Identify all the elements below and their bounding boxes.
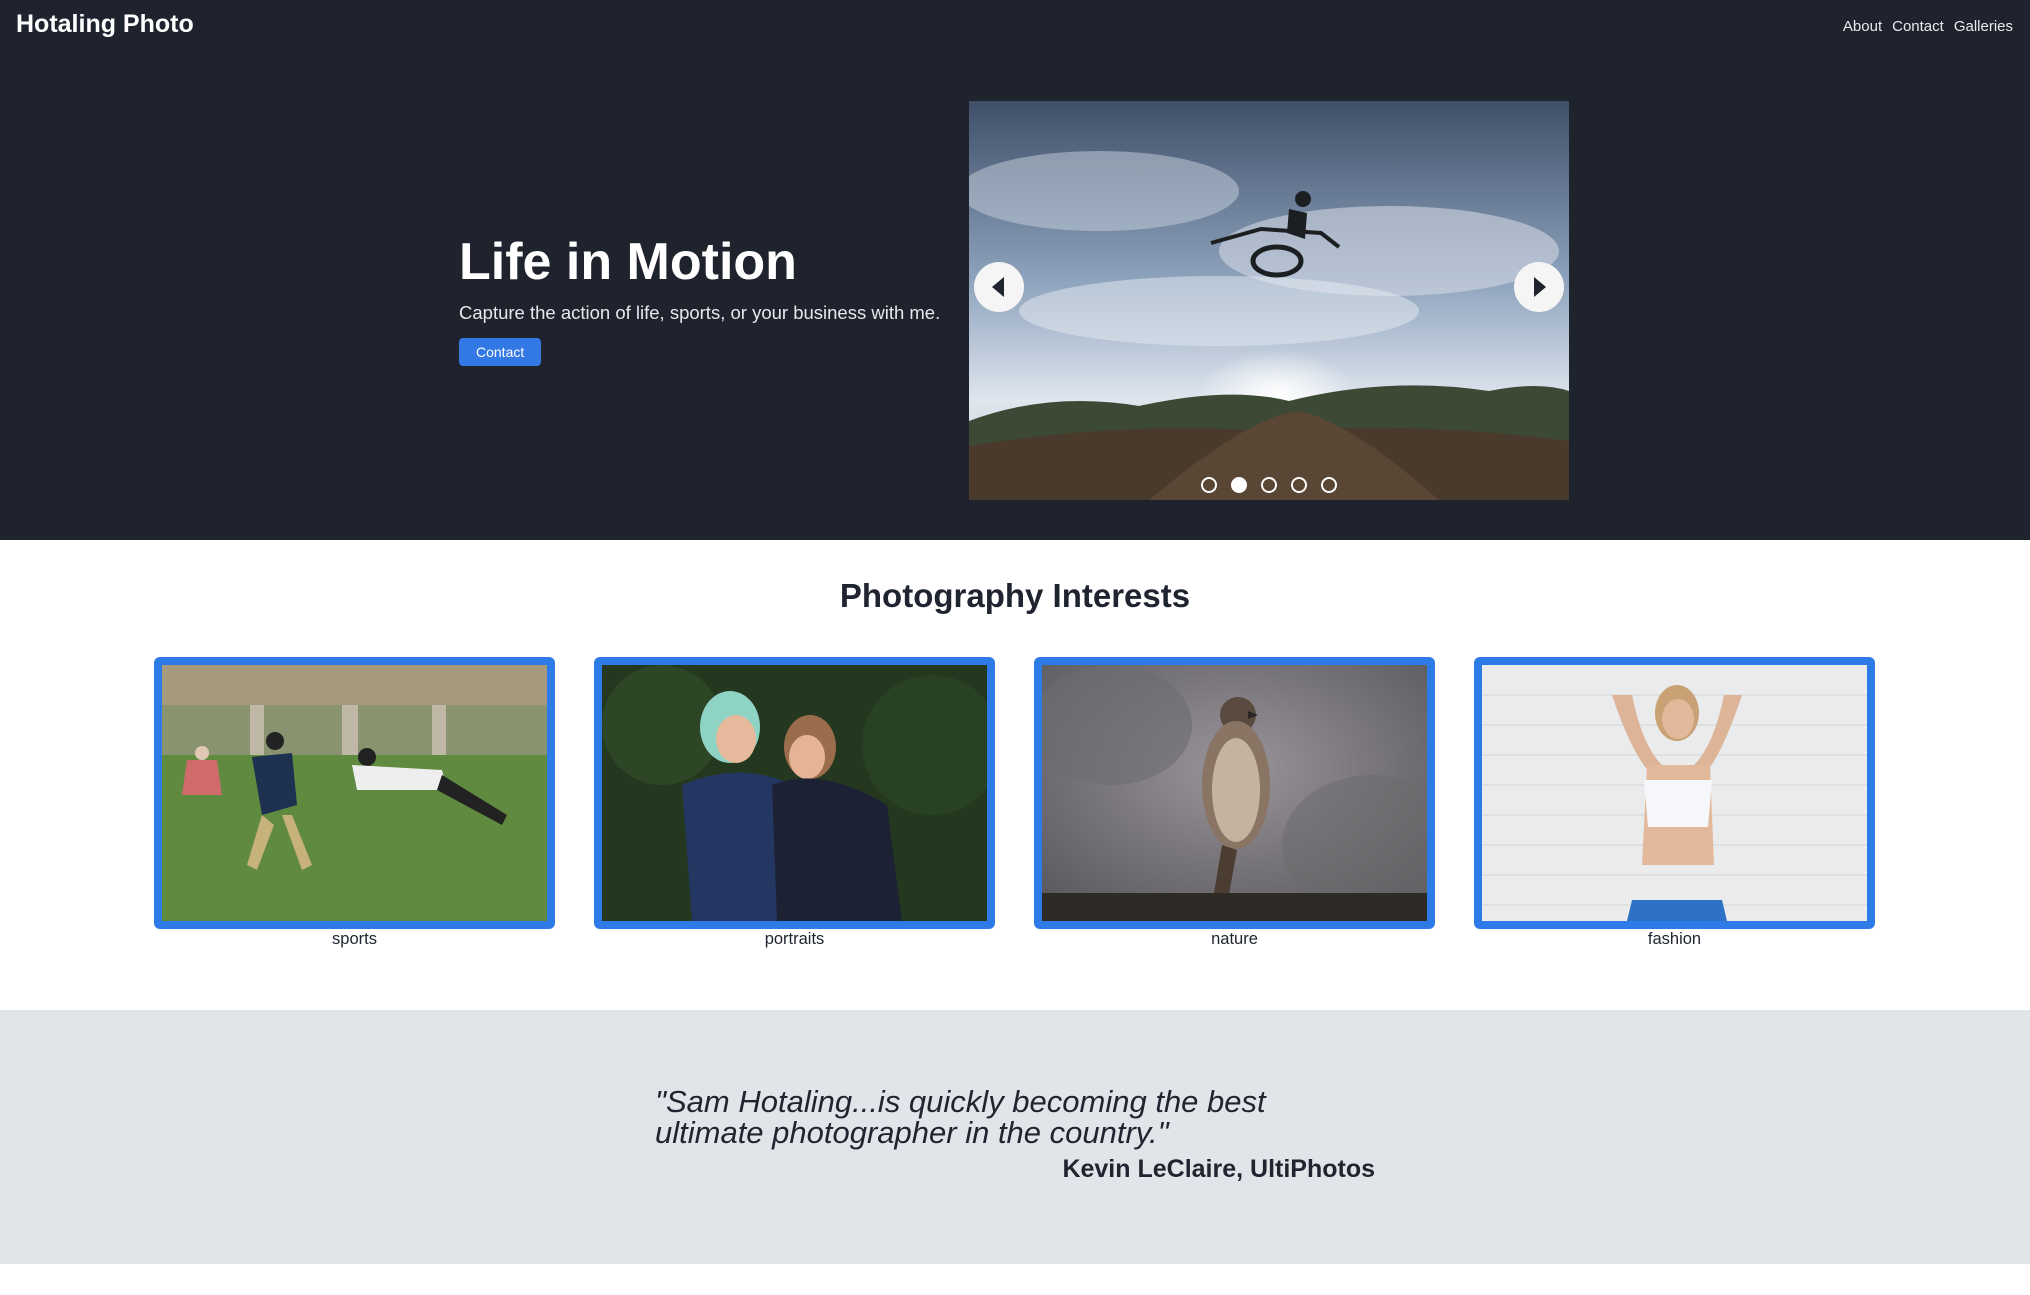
carousel-slide-image — [969, 101, 1569, 500]
carousel-prev-button[interactable] — [974, 262, 1024, 312]
carousel-next-button[interactable] — [1514, 262, 1564, 312]
interest-card-fashion[interactable] — [1474, 657, 1875, 929]
interest-label-portraits: portraits — [764, 930, 825, 948]
interest-card-nature[interactable] — [1034, 657, 1435, 929]
carousel-indicators — [969, 477, 1569, 493]
carousel-dot[interactable] — [1321, 477, 1337, 493]
interest-label-sports: sports — [332, 930, 377, 948]
hero-title: Life in Motion — [459, 233, 797, 291]
interest-card-portraits[interactable] — [594, 657, 995, 929]
brand-logo[interactable]: Hotaling Photo — [16, 10, 194, 39]
hero-carousel — [969, 101, 1569, 500]
top-nav: About Contact Galleries — [1843, 18, 2013, 35]
chevron-right-icon — [1534, 277, 1546, 297]
chevron-left-icon — [992, 277, 1004, 297]
carousel-dot[interactable] — [1291, 477, 1307, 493]
testimonial-quote: "Sam Hotaling...is quickly becoming the … — [655, 1084, 1266, 1150]
interest-label-nature: nature — [1211, 930, 1258, 948]
interest-card-sports[interactable] — [154, 657, 555, 929]
portraits-photo — [602, 665, 987, 921]
hero-text: Life in Motion Capture the action of lif… — [459, 232, 979, 366]
nav-contact[interactable]: Contact — [1892, 18, 1944, 35]
hero-subtitle: Capture the action of life, sports, or y… — [459, 302, 941, 323]
carousel-dot-active[interactable] — [1231, 477, 1247, 493]
interests-title: Photography Interests — [839, 577, 1191, 614]
contact-button[interactable]: Contact — [459, 338, 542, 366]
carousel-dot[interactable] — [1261, 477, 1277, 493]
testimonial-author: Kevin LeClaire, UltiPhotos — [1062, 1155, 1375, 1183]
nav-about[interactable]: About — [1843, 18, 1882, 35]
nature-photo — [1042, 665, 1427, 921]
interest-label-fashion: fashion — [1647, 930, 1702, 948]
nav-galleries[interactable]: Galleries — [1954, 18, 2013, 35]
fashion-photo — [1482, 665, 1867, 921]
carousel-dot[interactable] — [1201, 477, 1217, 493]
sports-photo — [162, 665, 547, 921]
